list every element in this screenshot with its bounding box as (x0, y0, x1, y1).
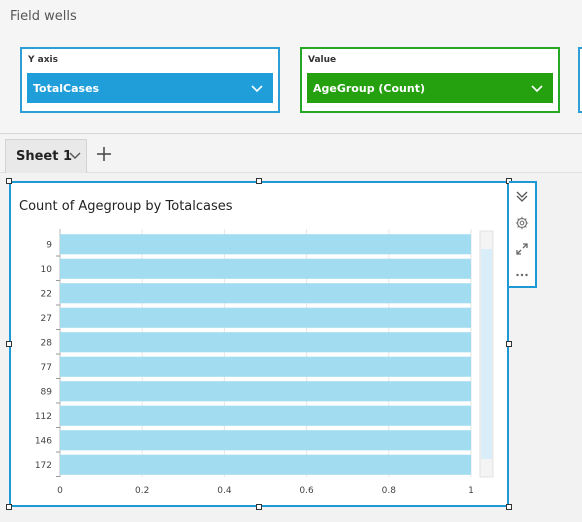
bar (60, 234, 471, 255)
y-tick-label: 172 (35, 461, 52, 471)
x-tick-label: 1 (468, 486, 474, 496)
y-axis-well[interactable]: Y axis TotalCases (20, 47, 280, 113)
visual-container[interactable]: Count of Agegroup by Totalcases 0 0.2 0.4 0… (9, 181, 509, 507)
scrollbar-thumb[interactable] (481, 249, 492, 459)
x-tick-label: 0.2 (135, 486, 149, 496)
sheet-tab-bar: Sheet 1 (0, 135, 582, 173)
resize-handle-sw[interactable] (6, 504, 12, 510)
y-tick-label: 146 (35, 436, 52, 446)
resize-handle-se[interactable] (506, 504, 512, 510)
field-wells-panel: Field wells Y axis TotalCases Value AgeG… (0, 0, 582, 134)
value-well-label: Value (308, 55, 337, 65)
chevron-down-icon[interactable] (69, 151, 81, 161)
collapse-icon[interactable] (515, 189, 529, 203)
field-wells-title: Field wells (10, 9, 77, 24)
bar (60, 356, 471, 377)
chevron-down-icon[interactable] (531, 82, 543, 94)
value-field-name: AgeGroup (Count) (313, 81, 425, 95)
visual-toolbar (509, 181, 537, 288)
value-well[interactable]: Value AgeGroup (Count) (300, 47, 560, 113)
value-field-pill[interactable]: AgeGroup (Count) (307, 73, 553, 103)
y-axis-field-pill[interactable]: TotalCases (27, 73, 273, 103)
more-icon[interactable] (515, 268, 529, 282)
y-tick-label: 112 (35, 412, 52, 422)
sheet-tab-label: Sheet 1 (16, 149, 73, 164)
bar (60, 332, 471, 353)
group-color-well[interactable] (578, 47, 582, 113)
plus-icon[interactable] (95, 145, 113, 163)
bar (60, 258, 471, 279)
chevron-down-icon[interactable] (251, 82, 263, 94)
resize-handle-w[interactable] (6, 341, 12, 347)
y-tick-label: 10 (41, 265, 53, 275)
y-axis-field-name: TotalCases (33, 81, 100, 95)
y-tick-label: 77 (41, 363, 52, 373)
y-tick-label: 22 (41, 289, 52, 299)
x-tick-label: 0.6 (299, 486, 314, 496)
x-tick-label: 0.8 (382, 486, 397, 496)
y-tick-label: 9 (46, 240, 52, 250)
bar (60, 430, 471, 451)
resize-handle-n[interactable] (256, 178, 262, 184)
resize-handle-s[interactable] (256, 504, 262, 510)
bar-chart: 0 0.2 0.4 0.6 0.8 1 9 10 22 27 28 77 89 112 146 172 (35, 229, 494, 496)
bar (60, 454, 471, 475)
bar (60, 405, 471, 426)
x-tick-label: 0 (57, 486, 63, 496)
tab-sheet-1[interactable]: Sheet 1 (5, 139, 87, 173)
y-tick-label: 89 (41, 387, 53, 397)
bar (60, 307, 471, 328)
bar (60, 381, 471, 402)
resize-handle-e[interactable] (506, 341, 512, 347)
y-tick-label: 27 (41, 314, 52, 324)
bar (60, 283, 471, 304)
gear-icon[interactable] (515, 216, 529, 230)
expand-icon[interactable] (515, 242, 529, 256)
resize-handle-nw[interactable] (6, 178, 12, 184)
y-tick-label: 28 (41, 338, 53, 348)
x-tick-label: 0.4 (217, 486, 232, 496)
y-axis-well-label: Y axis (28, 55, 58, 65)
